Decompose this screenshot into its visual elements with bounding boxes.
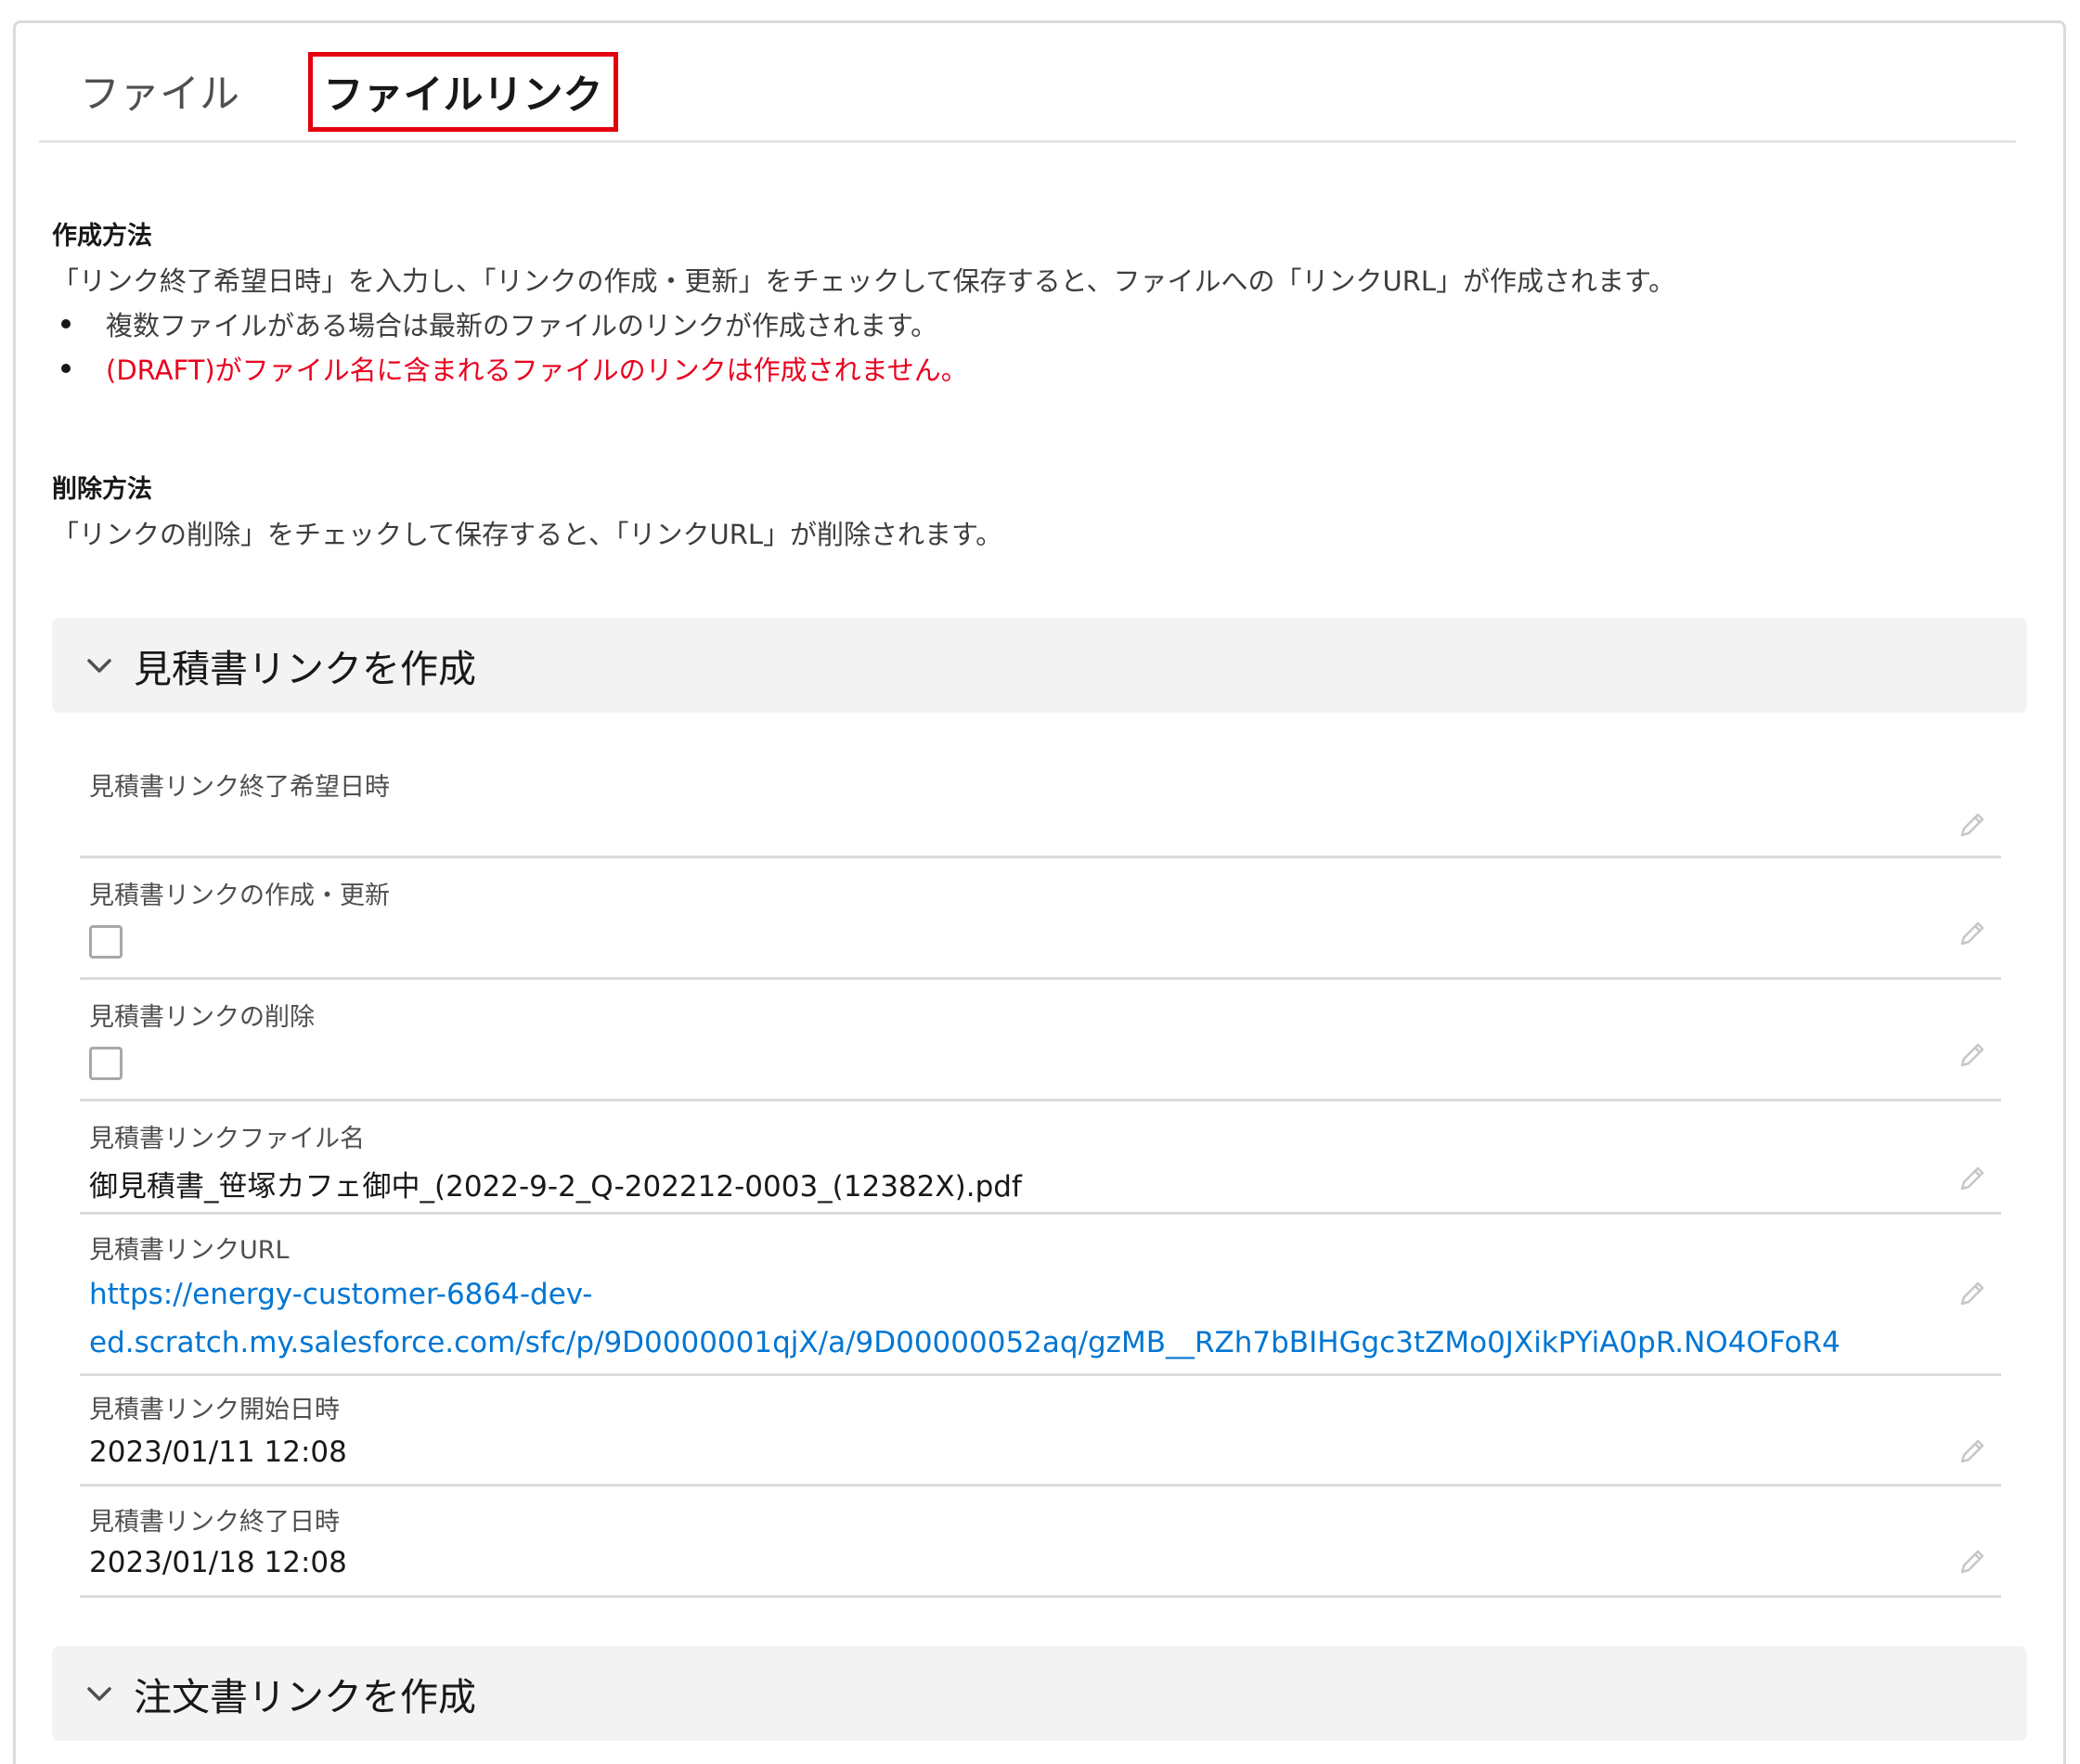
- quote-link-section-title: 見積書リンクを作成: [134, 647, 476, 691]
- create-method-text: 「リンク終了希望日時」を入力し、「リンクの作成・更新」をチェックして保存すると、…: [52, 265, 1676, 297]
- field-quote-link-create-update: 見積書リンクの作成・更新: [80, 858, 2001, 980]
- bullet-latest-file-text: 複数ファイルがある場合は最新のファイルのリンクが作成されます。: [106, 310, 938, 341]
- field-value: 御見積書_笹塚カフェ御中_(2022-9-2_Q-202212-0003_(12…: [89, 1170, 1022, 1204]
- pencil-icon[interactable]: [1957, 1163, 1988, 1194]
- field-quote-link-end-request: 見積書リンク終了希望日時: [80, 750, 2001, 858]
- field-label: 見積書リンク終了日時: [89, 1508, 340, 1537]
- url-line-2[interactable]: ed.scratch.my.salesforce.com/sfc/p/9D000…: [89, 1319, 1841, 1367]
- pencil-icon[interactable]: [1957, 1546, 1988, 1577]
- chevron-down-icon: [87, 1687, 111, 1701]
- field-quote-link-start-date: 見積書リンク開始日時 2023/01/11 12:08: [80, 1376, 2001, 1487]
- create-update-checkbox[interactable]: [89, 925, 123, 959]
- field-quote-link-url: 見積書リンクURL https://energy-customer-6864-d…: [80, 1215, 2001, 1376]
- tab-bar: ファイル ファイルリンク: [39, 46, 2016, 143]
- pencil-icon[interactable]: [1957, 1278, 1988, 1309]
- field-label: 見積書リンク終了希望日時: [89, 773, 390, 802]
- url-line-1[interactable]: https://energy-customer-6864-dev-: [89, 1270, 1841, 1319]
- pencil-icon[interactable]: [1957, 1436, 1988, 1467]
- quote-link-section-header[interactable]: 見積書リンクを作成: [52, 618, 2027, 713]
- field-value: 2023/01/11 12:08: [89, 1436, 347, 1469]
- pencil-icon[interactable]: [1957, 809, 1988, 841]
- bullet-draft-warning-text: (DRAFT)がファイル名に含まれるファイルのリンクは作成されません。: [106, 354, 968, 386]
- delete-checkbox[interactable]: [89, 1047, 123, 1080]
- create-method-title: 作成方法: [52, 222, 152, 251]
- chevron-down-icon: [87, 659, 111, 673]
- field-label: 見積書リンクの作成・更新: [89, 882, 390, 910]
- delete-method-title: 削除方法: [52, 475, 152, 504]
- pencil-icon[interactable]: [1957, 918, 1988, 949]
- order-link-section-title: 注文書リンクを作成: [134, 1675, 476, 1719]
- field-label: 見積書リンクURL: [89, 1236, 290, 1265]
- field-quote-link-end-date: 見積書リンク終了日時 2023/01/18 12:08: [80, 1487, 2001, 1598]
- field-label: 見積書リンクファイル名: [89, 1125, 365, 1153]
- quote-link-url[interactable]: https://energy-customer-6864-dev- ed.scr…: [89, 1270, 1841, 1367]
- field-value: 2023/01/18 12:08: [89, 1546, 347, 1579]
- field-label: 見積書リンク開始日時: [89, 1396, 340, 1424]
- field-quote-link-delete: 見積書リンクの削除: [80, 980, 2001, 1101]
- field-label: 見積書リンクの削除: [89, 1003, 315, 1032]
- pencil-icon[interactable]: [1957, 1039, 1988, 1071]
- delete-method-text: 「リンクの削除」をチェックして保存すると、「リンクURL」が削除されます。: [52, 519, 1003, 550]
- tab-file-link[interactable]: ファイルリンク: [308, 52, 618, 132]
- field-quote-link-file-name: 見積書リンクファイル名 御見積書_笹塚カフェ御中_(2022-9-2_Q-202…: [80, 1101, 2001, 1215]
- order-link-section-header[interactable]: 注文書リンクを作成: [52, 1646, 2027, 1741]
- tab-file[interactable]: ファイル: [80, 46, 239, 135]
